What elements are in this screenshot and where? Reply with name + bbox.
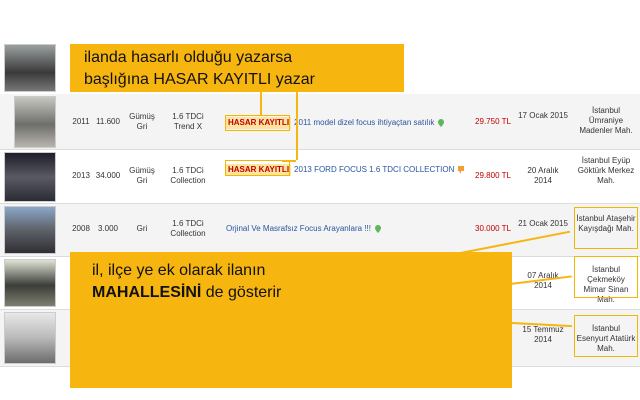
listing-date: 17 Ocak 2015: [518, 111, 568, 120]
listing-location: İstanbul Ümraniye Madenler Mah.: [579, 106, 633, 135]
listing-date: 21 Ocak 2015: [518, 219, 568, 228]
location-highlight-box: [574, 315, 638, 357]
listing-row[interactable]: 2008 3.000 Gri 1.6 TDCi Collection Orjin…: [0, 204, 640, 257]
listing-color: Gümüş Gri: [129, 112, 155, 131]
listing-model: 1.6 TDCi Collection: [170, 219, 206, 238]
listing-row[interactable]: 2013 34.000 Gümüş Gri 1.6 TDCi Collectio…: [0, 150, 640, 204]
listing-thumbnail[interactable]: [4, 312, 56, 364]
message-icon: [458, 165, 465, 174]
listing-thumbnail[interactable]: [4, 259, 56, 307]
listing-thumbnail[interactable]: [4, 152, 56, 202]
badge-highlight-box: [225, 160, 290, 176]
listing-thumbnail[interactable]: [14, 96, 56, 148]
callout-emphasis: MAHALLESİNİ: [92, 284, 202, 301]
location-highlight-box: [574, 256, 638, 298]
map-pin-icon: [438, 118, 445, 127]
listing-km: 34.000: [95, 171, 121, 180]
listing-km: 3.000: [97, 224, 119, 233]
listing-price: 29.800 TL: [475, 171, 511, 180]
listing-title: 2013 FORD FOCUS 1.6 TDCI COLLECTION: [294, 165, 455, 174]
listing-date: 20 Aralık 2014: [527, 166, 559, 185]
listing-title: Orjinal Ve Masrafsız Focus Arayanlara !!…: [226, 224, 371, 233]
listing-location: İstanbul Eyüp Göktürk Merkez Mah.: [577, 156, 635, 185]
callout-text: MAHALLESİNİ de gösterir: [92, 282, 512, 304]
listing-color: Gümüş Gri: [129, 166, 155, 185]
listing-date: 15 Temmuz 2014: [522, 325, 564, 344]
listing-title: 2011 model dizel focus ihtiyaçtan satılı…: [294, 118, 435, 127]
listing-price: 29.750 TL: [475, 117, 511, 126]
callout-text: il, ilçe ye ek olarak ilanın: [92, 262, 266, 279]
listing-color: Gri: [136, 224, 148, 233]
listing-km: 11.600: [96, 117, 120, 126]
listing-thumbnail[interactable]: [4, 206, 56, 254]
callout-line: [282, 160, 296, 162]
neighborhood-callout: il, ilçe ye ek olarak ilanın MAHALLESİNİ…: [70, 252, 512, 388]
map-pin-icon: [374, 224, 381, 233]
location-highlight-box: [574, 207, 638, 249]
callout-text: başlığına HASAR KAYITLI yazar: [84, 71, 315, 88]
listing-title-link[interactable]: Orjinal Ve Masrafsız Focus Arayanlara !!…: [226, 224, 456, 234]
callout-text: ilanda hasarlı olduğu yazarsa: [84, 49, 293, 66]
listing-model: 1.6 TDCi Collection: [170, 166, 206, 185]
listing-thumbnail[interactable]: [4, 44, 56, 92]
listing-price: 30.000 TL: [475, 224, 511, 233]
callout-text-rest: de gösterir: [201, 284, 282, 301]
callout-line: [296, 92, 298, 160]
badge-highlight-box: [225, 115, 290, 131]
damage-record-callout: ilanda hasarlı olduğu yazarsa başlığına …: [70, 44, 404, 92]
listing-model: 1.6 TDCi Trend X: [172, 112, 204, 131]
callout-line: [260, 92, 262, 116]
listing-row[interactable]: 2011 11.600 Gümüş Gri 1.6 TDCi Trend X H…: [0, 94, 640, 150]
